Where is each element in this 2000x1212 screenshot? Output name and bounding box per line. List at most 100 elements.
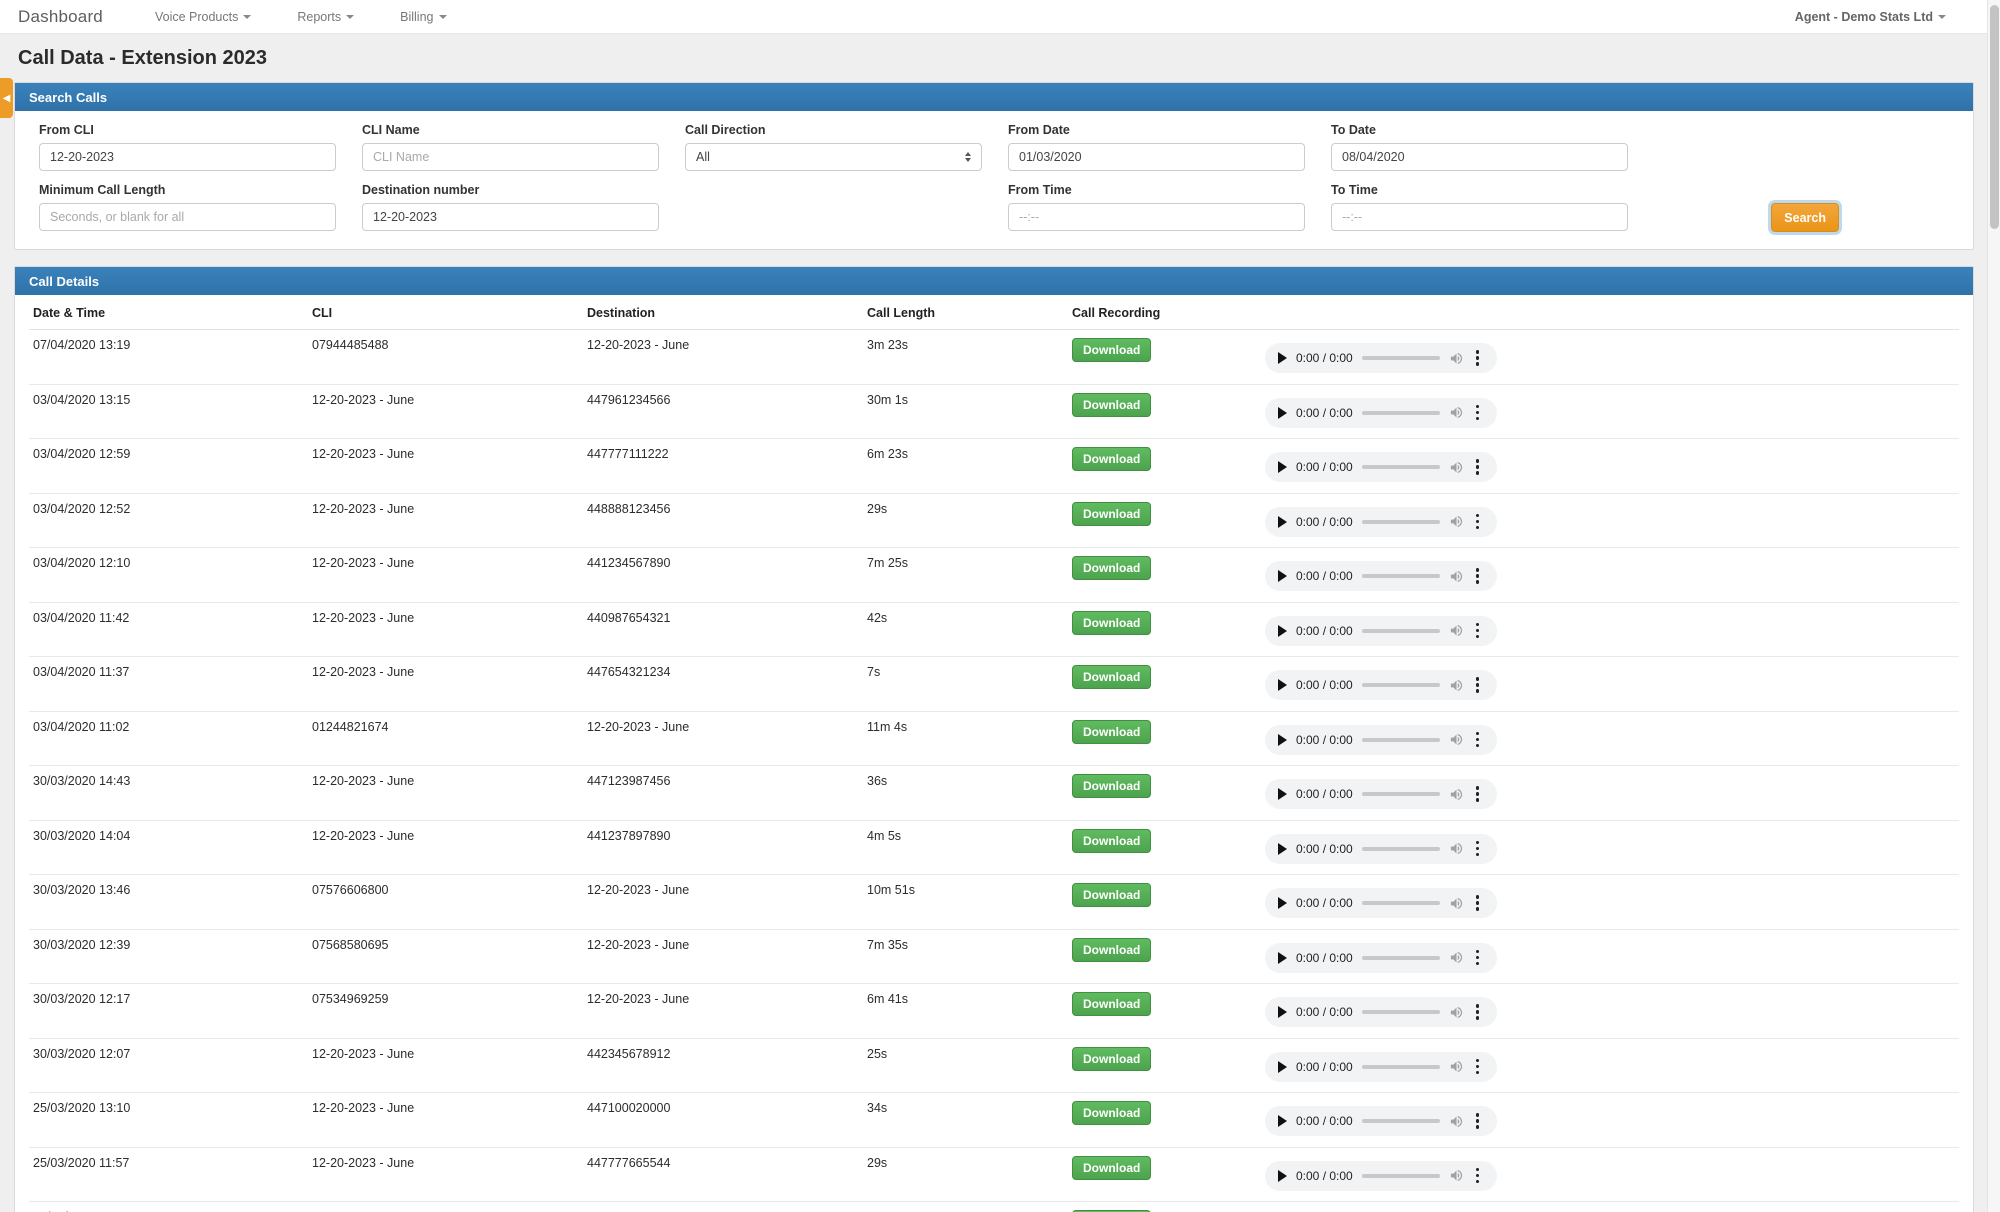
account-menu[interactable]: Agent - Demo Stats Ltd (1795, 10, 1946, 24)
to-time-input[interactable] (1331, 203, 1628, 231)
download-button[interactable]: Download (1072, 611, 1151, 635)
volume-icon[interactable] (1449, 896, 1464, 911)
download-button[interactable]: Download (1072, 338, 1151, 362)
play-icon[interactable] (1278, 843, 1287, 855)
player-menu-icon[interactable] (1473, 1002, 1483, 1022)
volume-icon[interactable] (1449, 351, 1464, 366)
play-icon[interactable] (1278, 734, 1287, 746)
player-menu-icon[interactable] (1473, 621, 1483, 641)
player-menu-icon[interactable] (1473, 1166, 1483, 1186)
volume-icon[interactable] (1449, 1059, 1464, 1074)
volume-icon[interactable] (1449, 569, 1464, 584)
volume-icon[interactable] (1449, 732, 1464, 747)
player-seek-bar[interactable] (1362, 956, 1440, 960)
player-seek-bar[interactable] (1362, 574, 1440, 578)
play-icon[interactable] (1278, 952, 1287, 964)
player-menu-icon[interactable] (1473, 839, 1483, 859)
player-menu-icon[interactable] (1473, 784, 1483, 804)
audio-player[interactable]: 0:00 / 0:00 (1265, 725, 1497, 755)
player-menu-icon[interactable] (1473, 566, 1483, 586)
audio-player[interactable]: 0:00 / 0:00 (1265, 1106, 1497, 1136)
play-icon[interactable] (1278, 897, 1287, 909)
sidebar-collapse-handle[interactable]: ◀ (0, 78, 13, 118)
player-seek-bar[interactable] (1362, 411, 1440, 415)
download-button[interactable]: Download (1072, 556, 1151, 580)
player-seek-bar[interactable] (1362, 792, 1440, 796)
volume-icon[interactable] (1449, 460, 1464, 475)
player-seek-bar[interactable] (1362, 629, 1440, 633)
play-icon[interactable] (1278, 1170, 1287, 1182)
download-button[interactable]: Download (1072, 1156, 1151, 1180)
nav-billing[interactable]: Billing (400, 10, 446, 24)
volume-icon[interactable] (1449, 841, 1464, 856)
nav-voice-products[interactable]: Voice Products (155, 10, 251, 24)
download-button[interactable]: Download (1072, 774, 1151, 798)
player-seek-bar[interactable] (1362, 847, 1440, 851)
play-icon[interactable] (1278, 625, 1287, 637)
play-icon[interactable] (1278, 788, 1287, 800)
brand-dashboard[interactable]: Dashboard (18, 7, 103, 27)
volume-icon[interactable] (1449, 405, 1464, 420)
audio-player[interactable]: 0:00 / 0:00 (1265, 670, 1497, 700)
destination-number-input[interactable] (362, 203, 659, 231)
search-button[interactable]: Search (1771, 203, 1839, 232)
audio-player[interactable]: 0:00 / 0:00 (1265, 398, 1497, 428)
from-time-input[interactable] (1008, 203, 1305, 231)
volume-icon[interactable] (1449, 1005, 1464, 1020)
audio-player[interactable]: 0:00 / 0:00 (1265, 616, 1497, 646)
player-seek-bar[interactable] (1362, 520, 1440, 524)
player-menu-icon[interactable] (1473, 675, 1483, 695)
volume-icon[interactable] (1449, 623, 1464, 638)
player-menu-icon[interactable] (1473, 1111, 1483, 1131)
download-button[interactable]: Download (1072, 829, 1151, 853)
download-button[interactable]: Download (1072, 393, 1151, 417)
download-button[interactable]: Download (1072, 502, 1151, 526)
audio-player[interactable]: 0:00 / 0:00 (1265, 507, 1497, 537)
play-icon[interactable] (1278, 1115, 1287, 1127)
cli-name-input[interactable] (362, 143, 659, 171)
audio-player[interactable]: 0:00 / 0:00 (1265, 1161, 1497, 1191)
audio-player[interactable]: 0:00 / 0:00 (1265, 888, 1497, 918)
audio-player[interactable]: 0:00 / 0:00 (1265, 561, 1497, 591)
download-button[interactable]: Download (1072, 938, 1151, 962)
volume-icon[interactable] (1449, 514, 1464, 529)
player-seek-bar[interactable] (1362, 356, 1440, 360)
call-direction-select[interactable]: All (685, 143, 982, 171)
player-seek-bar[interactable] (1362, 738, 1440, 742)
audio-player[interactable]: 0:00 / 0:00 (1265, 779, 1497, 809)
download-button[interactable]: Download (1072, 720, 1151, 744)
audio-player[interactable]: 0:00 / 0:00 (1265, 452, 1497, 482)
player-menu-icon[interactable] (1473, 348, 1483, 368)
min-call-length-input[interactable] (39, 203, 336, 231)
player-seek-bar[interactable] (1362, 465, 1440, 469)
audio-player[interactable]: 0:00 / 0:00 (1265, 1052, 1497, 1082)
download-button[interactable]: Download (1072, 992, 1151, 1016)
player-menu-icon[interactable] (1473, 403, 1483, 423)
download-button[interactable]: Download (1072, 883, 1151, 907)
volume-icon[interactable] (1449, 1114, 1464, 1129)
player-menu-icon[interactable] (1473, 512, 1483, 532)
download-button[interactable]: Download (1072, 1101, 1151, 1125)
from-cli-input[interactable] (39, 143, 336, 171)
download-button[interactable]: Download (1072, 665, 1151, 689)
player-seek-bar[interactable] (1362, 1174, 1440, 1178)
play-icon[interactable] (1278, 407, 1287, 419)
download-button[interactable]: Download (1072, 1047, 1151, 1071)
play-icon[interactable] (1278, 1061, 1287, 1073)
audio-player[interactable]: 0:00 / 0:00 (1265, 343, 1497, 373)
play-icon[interactable] (1278, 570, 1287, 582)
to-date-input[interactable] (1331, 143, 1628, 171)
nav-reports[interactable]: Reports (297, 10, 354, 24)
player-menu-icon[interactable] (1473, 457, 1483, 477)
play-icon[interactable] (1278, 352, 1287, 364)
play-icon[interactable] (1278, 679, 1287, 691)
player-menu-icon[interactable] (1473, 1057, 1483, 1077)
play-icon[interactable] (1278, 516, 1287, 528)
volume-icon[interactable] (1449, 1168, 1464, 1183)
volume-icon[interactable] (1449, 678, 1464, 693)
play-icon[interactable] (1278, 1006, 1287, 1018)
scrollbar-thumb[interactable] (1990, 5, 1999, 229)
page-scrollbar[interactable] (1987, 0, 2000, 1212)
player-menu-icon[interactable] (1473, 730, 1483, 750)
volume-icon[interactable] (1449, 950, 1464, 965)
